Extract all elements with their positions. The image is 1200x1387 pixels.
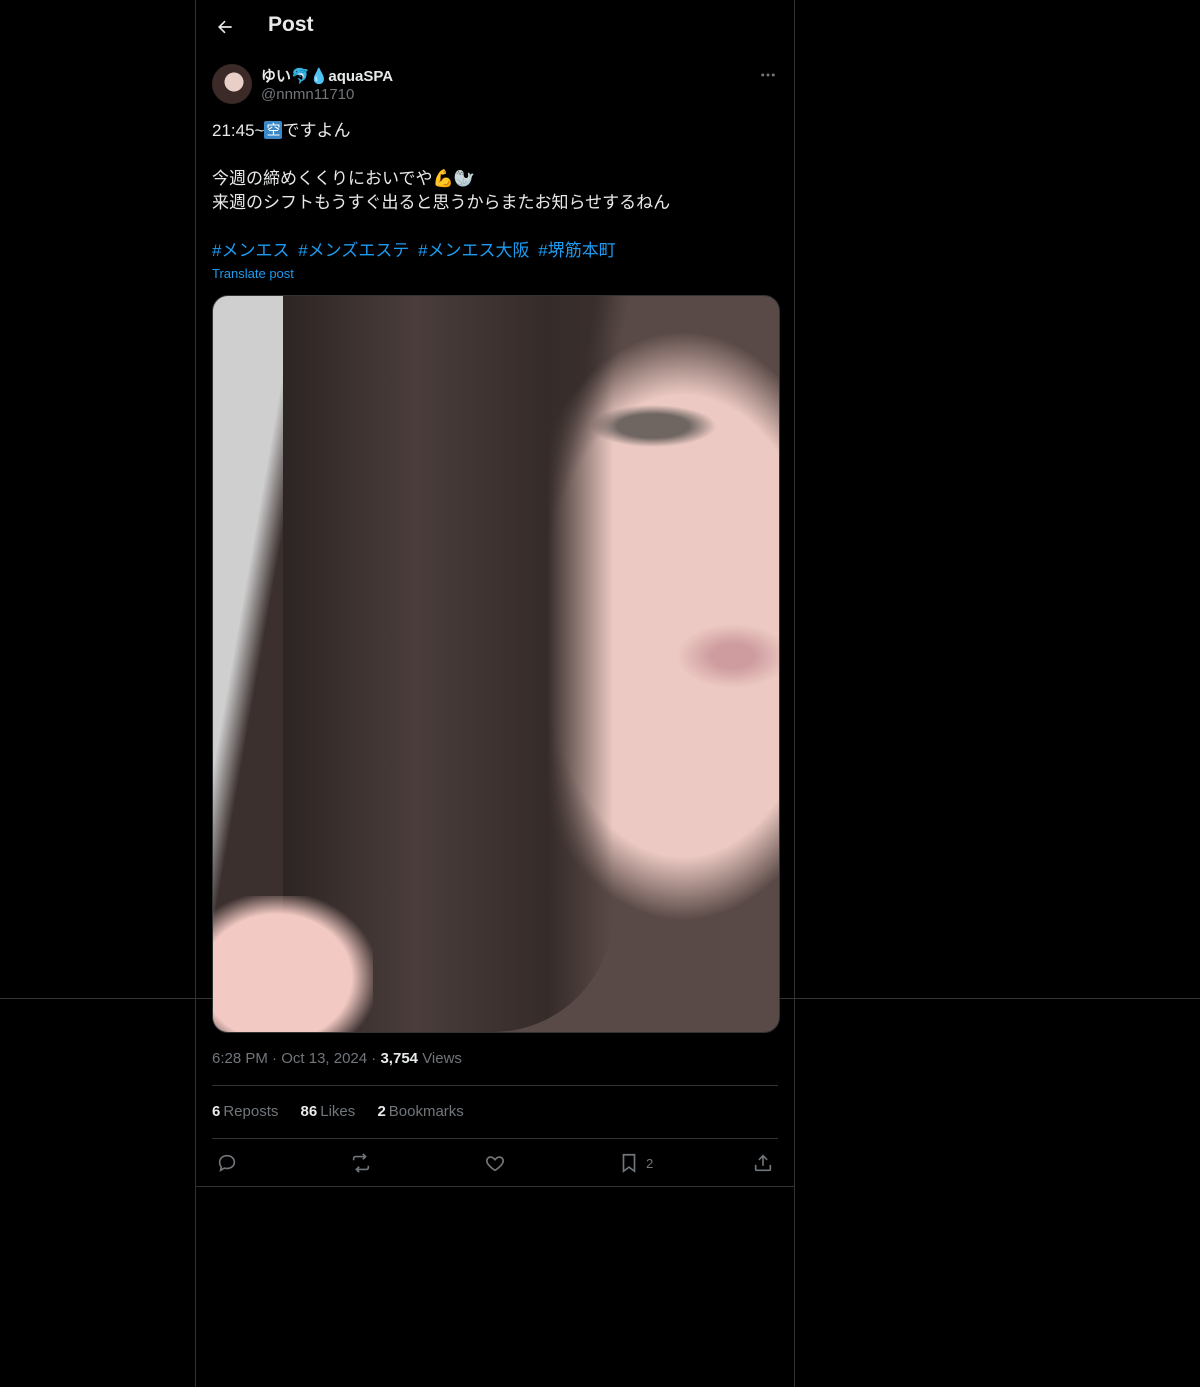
bookmarks-stat[interactable]: 2 Bookmarks [377,1103,463,1120]
bookmark-count: 2 [646,1155,654,1171]
post-column: Post ゆい🐬💧aquaSPA @nnmn11710 21:45~ 空ですよん … [195,0,795,1387]
hashtag-link[interactable]: #メンエス大阪 [418,241,529,260]
like-button[interactable] [484,1148,506,1178]
repost-icon [352,1153,370,1173]
likes-count: 86 [300,1103,318,1120]
post-text: 21:45~ 空ですよん 今週の締めくくりにおいでや💪🦭 来週のシフトもうすぐ出る… [212,119,778,215]
translate-post-link[interactable]: Translate post [212,266,294,281]
bookmark-button[interactable]: 2 [618,1148,653,1178]
reposts-count: 6 [212,1103,221,1120]
post-photo[interactable] [212,295,780,1033]
reposts-stat[interactable]: 6 Reposts [212,1103,278,1120]
more-options-button[interactable] [756,64,780,86]
page-title: Post [268,13,314,36]
likes-stat[interactable]: 86 Likes [301,1103,356,1120]
likes-label: Likes [320,1103,356,1120]
bookmarks-count: 2 [377,1103,386,1120]
post-spacer [212,143,778,167]
heart-icon [485,1156,505,1172]
bookmarks-label: Bookmarks [388,1103,464,1120]
post-line-1: 21:45~ 空ですよん [212,119,778,143]
author-handle[interactable]: @nnmn11710 [261,86,354,103]
share-icon [754,1154,772,1172]
divider [196,1186,794,1187]
views-label: Views [422,1050,462,1067]
action-bar: 2 [196,1148,794,1178]
engagement-stats: 6 Reposts 86 Likes 2 Bookmarks [212,1103,482,1120]
post-line-1-suffix: ですよん [282,121,351,140]
meta-dot: · [371,1050,377,1067]
post-meta: 6:28 PM · Oct 13, 2024 · 3,754 Views [212,1050,462,1067]
post-time-text: 21:45~ [212,121,265,140]
reply-icon [218,1154,236,1172]
post-date[interactable]: Oct 13, 2024 [281,1050,367,1067]
arrow-left-icon [218,20,232,34]
reposts-label: Reposts [223,1103,279,1120]
post-line-3: 来週のシフトもうすぐ出ると思うからまたお知らせするねん [212,193,671,212]
hashtag-link[interactable]: #メンズエステ [298,241,409,260]
page-header: Post [196,0,794,54]
divider [212,1085,778,1086]
post-time[interactable]: 6:28 PM [212,1050,268,1067]
hashtag-link[interactable]: #堺筋本町 [538,241,615,260]
bookmark-icon [622,1153,636,1173]
views-count: 3,754 [380,1050,419,1067]
avatar[interactable] [212,64,252,104]
divider [212,1138,778,1139]
meta-dot: · [272,1050,278,1067]
more-horizontal-icon [761,73,775,77]
hashtag-row: #メンエス #メンズエステ #メンエス大阪 #堺筋本町 [212,239,620,263]
reply-button[interactable] [216,1148,238,1178]
share-button[interactable] [752,1148,774,1178]
hashtag-link[interactable]: #メンエス [212,241,289,260]
vacancy-badge: 空 [264,121,283,139]
post-line-2: 今週の締めくくりにおいでや💪🦭 [212,169,475,188]
photo-hand-shape [213,896,373,1032]
repost-button[interactable] [350,1148,372,1178]
author-display-name[interactable]: ゆい🐬💧aquaSPA [261,65,393,86]
back-button[interactable] [210,12,240,42]
